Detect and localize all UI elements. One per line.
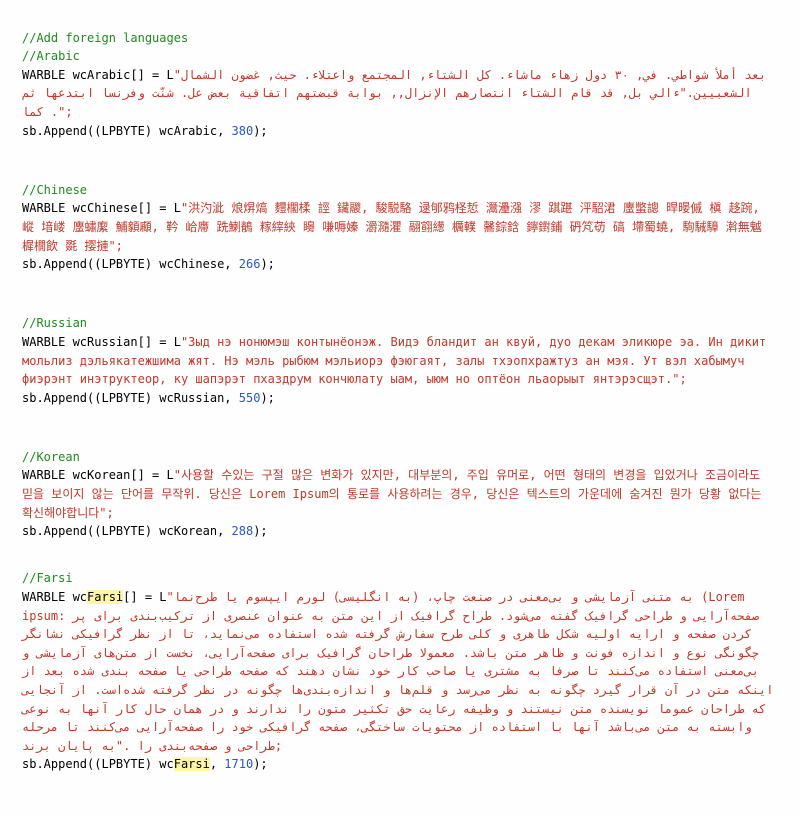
highlight-farsi-decl: Farsi bbox=[87, 590, 123, 604]
decl-russian: WARBLE wcRussian[] = L bbox=[22, 335, 181, 349]
num-korean: 288 bbox=[232, 524, 254, 538]
comment-russian: //Russian bbox=[22, 316, 87, 330]
code-block-korean: //Korean WARBLE wcKorean[] = L"사용할 수있는 구… bbox=[22, 429, 778, 541]
code-block-arabic: //Add foreign languages //Arabic WARBLE … bbox=[22, 10, 778, 140]
code-block-farsi: //Farsi WARBLE wcFarsi[] = L"به متنی آزم… bbox=[22, 551, 778, 774]
decl-farsi-2: [] = L bbox=[123, 590, 166, 604]
decl-korean: WARBLE wcKorean[] = L bbox=[22, 468, 174, 482]
comment-header: //Add foreign languages bbox=[22, 31, 188, 45]
append-farsi-post: ); bbox=[253, 757, 267, 771]
comment-korean: //Korean bbox=[22, 450, 80, 464]
decl-chinese: WARBLE wcChinese[] = L bbox=[22, 201, 181, 215]
num-chinese: 266 bbox=[239, 257, 261, 271]
append-arabic-pre: sb.Append((LPBYTE) wcArabic, bbox=[22, 124, 232, 138]
comment-arabic: //Arabic bbox=[22, 49, 80, 63]
append-farsi-pre1: sb.Append((LPBYTE) wc bbox=[22, 757, 174, 771]
comment-chinese: //Chinese bbox=[22, 183, 87, 197]
decl-farsi-1: WARBLE wc bbox=[22, 590, 87, 604]
num-farsi: 1710 bbox=[224, 757, 253, 771]
decl-arabic: WARBLE wcArabic[] = L bbox=[22, 68, 174, 82]
comment-farsi: //Farsi bbox=[22, 571, 73, 585]
append-russian-pre: sb.Append((LPBYTE) wcRussian, bbox=[22, 391, 239, 405]
append-korean-post: ); bbox=[253, 524, 267, 538]
append-korean-pre: sb.Append((LPBYTE) wcKorean, bbox=[22, 524, 232, 538]
code-block-russian: //Russian WARBLE wcRussian[] = L"Зыд нэ … bbox=[22, 296, 778, 408]
code-block-chinese: //Chinese WARBLE wcChinese[] = L"洪汋泚 烺焺熇… bbox=[22, 162, 778, 274]
num-arabic: 380 bbox=[232, 124, 254, 138]
append-arabic-post: ); bbox=[253, 124, 267, 138]
append-russian-post: ); bbox=[260, 391, 274, 405]
append-chinese-pre: sb.Append((LPBYTE) wcChinese, bbox=[22, 257, 239, 271]
num-russian: 550 bbox=[239, 391, 261, 405]
highlight-farsi-append: Farsi bbox=[174, 757, 210, 771]
string-farsi: "به متنی آزمایشی و بی‌معنی در صنعت چاپ، … bbox=[22, 590, 781, 753]
append-farsi-pre2: , bbox=[210, 757, 224, 771]
append-chinese-post: ); bbox=[260, 257, 274, 271]
